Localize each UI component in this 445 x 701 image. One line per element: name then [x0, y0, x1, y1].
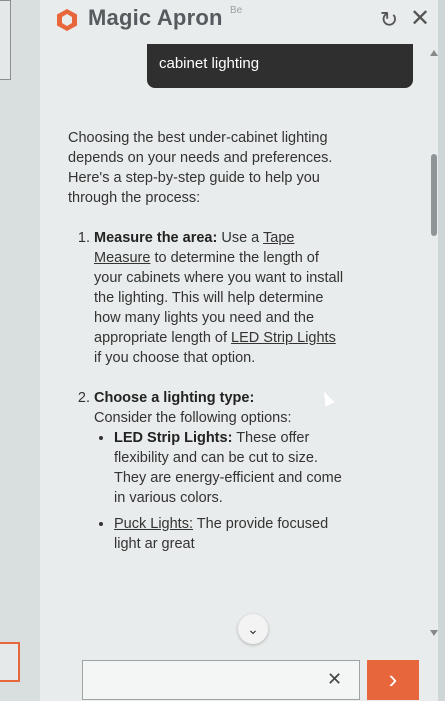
step-item: Measure the area: Use a Tape Measure to …	[94, 228, 346, 368]
refresh-icon[interactable]: ↻	[378, 9, 400, 31]
chevron-right-icon: ›	[388, 664, 398, 694]
step-title: Choose a lighting type:	[94, 390, 255, 406]
user-query-bubble: cabinet lighting	[147, 44, 413, 88]
steps-list: Measure the area: Use a Tape Measure to …	[68, 228, 346, 554]
scroll-to-bottom-button[interactable]: ⌄	[238, 614, 268, 644]
close-icon[interactable]: ✕	[408, 7, 432, 31]
beta-badge: Be	[230, 5, 243, 16]
answer-intro: Choosing the best under-cabinet lighting…	[68, 130, 333, 206]
magic-apron-panel: Magic Apron Be ↻ ✕ cabinet lighting Choo…	[40, 0, 438, 701]
option-item: LED Strip Lights: These offer flexibilit…	[114, 428, 346, 508]
options-list: LED Strip Lights: These offer flexibilit…	[94, 428, 346, 554]
background-page-box	[0, 0, 11, 80]
background-page-strip	[0, 0, 41, 701]
step-text: Consider the following options:	[94, 410, 292, 426]
chevron-down-icon: ⌄	[247, 621, 259, 637]
scrollbar-thumb[interactable]	[431, 154, 437, 236]
scroll-down-arrow-icon[interactable]	[430, 630, 438, 636]
background-page-input	[0, 642, 20, 682]
hexagon-logo-icon	[57, 9, 77, 31]
assistant-answer: Choosing the best under-cabinet lighting…	[68, 128, 346, 574]
puck-lights-link[interactable]: Puck Lights:	[114, 516, 193, 532]
panel-header: Magic Apron Be ↻ ✕	[40, 0, 438, 42]
brand-title: Magic Apron	[88, 5, 223, 30]
chat-input[interactable]: ✕	[82, 660, 360, 700]
option-item: Puck Lights: The provide focused light a…	[114, 514, 346, 554]
send-button[interactable]: ›	[367, 660, 419, 700]
scrollbar[interactable]	[430, 50, 438, 640]
led-strip-lights-link[interactable]: LED Strip Lights	[231, 330, 336, 346]
clear-x-icon[interactable]: ✕	[327, 669, 342, 690]
step-title: Measure the area:	[94, 230, 218, 246]
step-item: Choose a lighting type: Consider the fol…	[94, 388, 346, 554]
scroll-up-arrow-icon[interactable]	[430, 50, 438, 56]
